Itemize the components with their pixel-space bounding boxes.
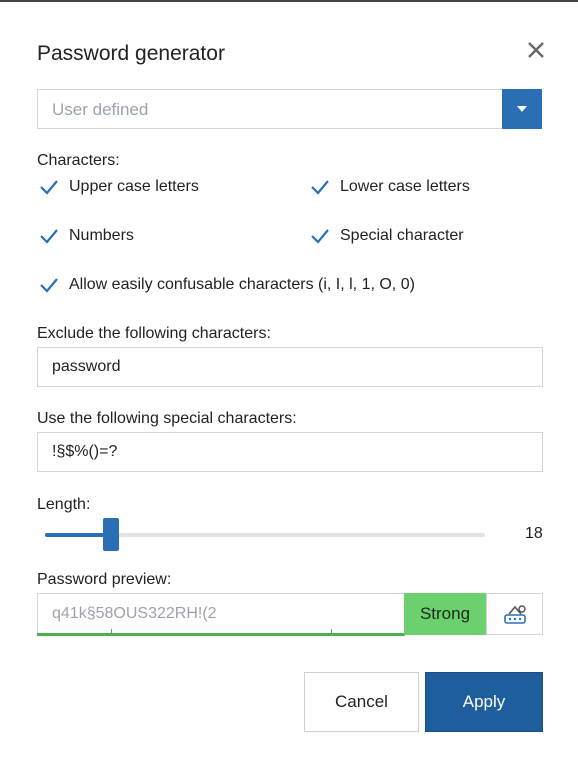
checkbox-label: Upper case letters <box>69 178 199 195</box>
chevron-down-icon <box>517 106 527 112</box>
preview-label: Password preview: <box>37 571 172 588</box>
checkbox-label: Allow easily confusable characters (i, I… <box>69 276 415 293</box>
characters-heading: Characters: <box>37 152 120 169</box>
length-slider-fill <box>45 533 111 537</box>
checkbox-label: Numbers <box>69 227 134 244</box>
check-icon <box>37 175 61 199</box>
checkbox-label: Lower case letters <box>340 178 470 195</box>
check-icon <box>37 224 61 248</box>
special-characters-input[interactable] <box>37 432 543 472</box>
checkbox-numbers[interactable]: Numbers <box>37 224 134 248</box>
generate-password-button[interactable] <box>486 594 542 634</box>
check-icon <box>37 273 61 297</box>
checkbox-special-character[interactable]: Special character <box>308 224 464 248</box>
strength-badge: Strong <box>404 593 486 635</box>
length-slider-thumb[interactable] <box>103 518 119 551</box>
exclude-label: Exclude the following characters: <box>37 325 271 342</box>
check-icon <box>308 224 332 248</box>
exclude-input[interactable] <box>37 347 543 387</box>
check-icon <box>308 175 332 199</box>
dialog-title: Password generator <box>37 42 225 65</box>
strength-meter-tick <box>331 629 332 633</box>
mode-dropdown-value: User defined <box>52 100 149 119</box>
password-preview-value: q41k§58OUS322RH!(2 <box>52 605 217 622</box>
strength-meter-tick <box>111 629 112 633</box>
generate-password-icon <box>503 605 526 624</box>
length-value: 18 <box>525 525 543 542</box>
password-preview-field[interactable]: q41k§58OUS322RH!(2 Strong <box>37 593 543 636</box>
mode-dropdown[interactable]: User defined <box>37 89 542 129</box>
checkbox-upper-case[interactable]: Upper case letters <box>37 175 199 199</box>
cancel-button[interactable]: Cancel <box>304 672 419 732</box>
apply-button[interactable]: Apply <box>425 672 543 732</box>
special-label: Use the following special characters: <box>37 410 297 427</box>
checkbox-label: Special character <box>340 227 464 244</box>
strength-meter <box>37 633 405 636</box>
dropdown-toggle-button[interactable] <box>502 89 542 129</box>
checkbox-lower-case[interactable]: Lower case letters <box>308 175 470 199</box>
close-icon[interactable] <box>522 36 550 64</box>
window-top-border <box>0 0 578 2</box>
checkbox-confusable[interactable]: Allow easily confusable characters (i, I… <box>37 273 415 297</box>
length-label: Length: <box>37 496 91 513</box>
